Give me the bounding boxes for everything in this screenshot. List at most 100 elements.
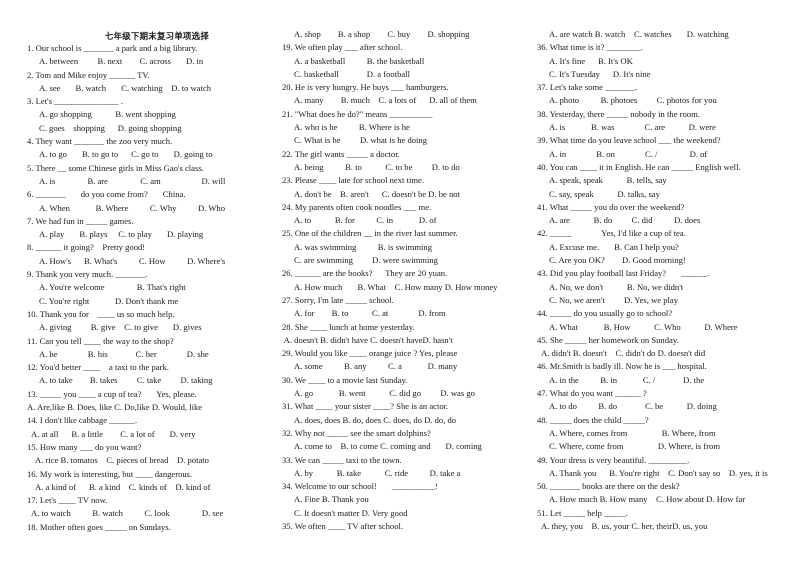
question-stem: 16. My work is interesting, but ____ dan… — [27, 468, 193, 479]
question-stem: 25. One of the children __ in the river … — [282, 228, 458, 239]
question-stem: 42. _____ Yes, I'd like a cup of tea. — [537, 228, 686, 239]
question-stem: 45. She _____ her homework on Sunday. — [537, 334, 679, 345]
answer-options: A. speak, speak B. tells, say — [549, 175, 667, 186]
answer-options: A. It's fine B. It's OK — [549, 55, 633, 66]
question-stem: 38. Yesterday, there _____ nobody in the… — [537, 108, 700, 119]
question-column-3: A. are watch B. watch C. watches D. watc… — [537, 28, 792, 533]
answer-options: A. giving B. give C. to give D. gives — [39, 322, 202, 333]
question-stem: 11. Can you tell ____ the way to the sho… — [27, 335, 174, 346]
answer-options: A. What B. How C. Who D. Where — [549, 321, 738, 332]
answer-options: A. You're welcome B. That's right — [39, 282, 186, 293]
answer-options: C. You're right D. Don't thank me — [39, 295, 179, 306]
answer-options: C. It doesn't matter D. Very good — [294, 507, 408, 518]
question-stem: 20. He is very hungry. He buys ___ hambu… — [282, 82, 449, 93]
answer-options: A. are B. do C. did D. does — [549, 215, 701, 226]
answer-options: A. in B. on C. / D. of — [549, 148, 708, 159]
question-stem: 46. Mr.Smith is badly ill. Now he is ___… — [537, 361, 707, 372]
question-stem: 28. She ____ lunch at home yesterday. — [282, 321, 415, 332]
answer-options: A. How much B. What C. How many D. How m… — [294, 281, 498, 292]
answer-options: A. to go B. to go to C. go to D. going t… — [39, 149, 213, 160]
question-stem: 32. Why not _____ see the smart dolphins… — [282, 427, 431, 438]
answer-options: A. come to B. to come C. coming and D. c… — [294, 441, 482, 452]
question-stem: 36. What time is it? ________. — [537, 42, 644, 53]
answer-options: A. Thank you B. You're right C. Don't sa… — [549, 467, 768, 478]
answer-options: A. When B. Where C. Why D. Who — [39, 202, 226, 213]
answer-options: A. is B. was C. are D. were — [549, 122, 716, 133]
answer-options: A. between B. next C. across D. in — [39, 56, 204, 67]
answer-options: A. How much B. How many C. How about D. … — [549, 494, 746, 505]
question-stem: 34. Welcome to our school! __________! — [282, 481, 438, 492]
question-stem: 44. _____ do you usually go to school? — [537, 308, 673, 319]
answer-options: C. basketball D. a football — [294, 68, 410, 79]
answer-options: A. is B. are C. am D. will — [39, 175, 226, 186]
question-stem: 15. How many ___ do you want? — [27, 441, 142, 452]
question-stem: 9. Thank you very much. _______. — [27, 269, 148, 280]
answer-options: A. a kind of B. a kind C. kinds of D. ki… — [35, 481, 211, 492]
answer-options: A. to do B. do C. be D. doing — [549, 401, 717, 412]
question-column-1: 1. Our school is _______ a park and a bi… — [27, 42, 272, 534]
answer-options: A. didn't B. doesn't C. didn't do D. doe… — [541, 348, 706, 359]
answer-options: A. to watch B. watch C. look D. see — [31, 508, 224, 519]
answer-options: A. are watch B. watch C. watches D. watc… — [549, 29, 729, 39]
question-stem: 13. _____ you ____ a cup of tea? Yes, pl… — [27, 388, 197, 399]
page-title: 七年级下期末复习单项选择 — [104, 31, 210, 41]
answer-options: A. in the B. in C. / D. the — [549, 374, 705, 385]
question-stem: 40. You can ____ it in English. He can _… — [537, 161, 741, 172]
question-stem: 39. What time do you leave school ___ th… — [537, 135, 721, 146]
question-stem: 30. We ____ to a movie last Sunday. — [282, 374, 408, 385]
answer-options: A. go shopping B. went shopping — [39, 109, 176, 120]
question-stem: 51. Let _____ help _____. — [537, 507, 628, 518]
question-stem: 26. ______ are the books? They are 20 yu… — [282, 268, 448, 279]
answer-options: A. was swimming B. is swimming — [294, 241, 432, 252]
question-stem: 7. We had fun in _____ games. — [27, 215, 134, 226]
answer-options: C. Where, come from D. Where, is from — [549, 441, 721, 452]
answer-options: A. at all B. a little C. a lot of D. ver… — [31, 428, 196, 439]
answer-options: A. does, does B. do, does C. does, do D.… — [294, 414, 457, 425]
answer-options: A. to B. for C. in D. of — [294, 215, 437, 226]
question-stem: 1. Our school is _______ a park and a bi… — [27, 43, 198, 53]
question-stem: 4. They want _______ the zoo very much. — [27, 136, 173, 147]
answer-options: A. for B. to C. at D. from — [294, 308, 446, 319]
question-stem: 48. _____ does the child _____? — [537, 414, 649, 425]
question-stem: 5. There __ some Chinese girls in Miss G… — [27, 162, 204, 173]
question-stem: 14. I don't like cabbage ______. — [27, 415, 138, 426]
answer-options: A. rice B. tomatos C. pieces of bread D.… — [35, 455, 209, 466]
question-stem: 17. Let's ____ TV now. — [27, 495, 108, 506]
answer-options: A. a basketball B. the basketball — [294, 55, 425, 66]
question-stem: 18. Mother often goes _____ on Sundays. — [27, 521, 171, 532]
answer-options: A. don't be B. aren't C. doesn't be D. b… — [294, 188, 460, 199]
answer-options: C. No, we aren't D. Yes, we play — [549, 294, 679, 305]
answer-options: A. by B. take C. ride D. take a — [294, 467, 461, 478]
question-stem: 21. "What does he do?" means __________ — [282, 108, 433, 119]
answer-options: A. doesn't B. didn't have C. doesn't hav… — [282, 334, 453, 345]
answer-options: A. many B. much C. a lots of D. all of t… — [294, 95, 477, 106]
question-stem: 12. You'd better ____ a taxi to the park… — [27, 362, 169, 373]
question-stem: 6. _______ do you come from? China. — [27, 189, 186, 200]
answer-options: A. shop B. a shop C. buy D. shopping — [294, 29, 470, 39]
question-stem: 50. _______ books are there on the desk? — [537, 481, 680, 492]
question-stem: 41. What _____ you do over the weekend? — [537, 201, 685, 212]
answer-options: A. How's B. What's C. How D. Where's — [39, 255, 226, 266]
answer-options: A. go B. went C. did go D. was go — [294, 388, 475, 399]
question-stem: 33. We can _____ taxi to the town. — [282, 454, 402, 465]
question-stem: 49. Your dress is very beautiful. ______… — [537, 454, 690, 465]
answer-options: C. It's Tuesday D. It's nine — [549, 68, 651, 79]
answer-options: C. goes shopping D. going shopping — [39, 122, 182, 133]
answer-options: A. Excuse me. B. Can I help you? — [549, 241, 679, 252]
answer-options: A. Are,like B. Does, like C. Do,like D. … — [27, 402, 203, 413]
answer-options: A. see B. watch C. watching D. to watch — [39, 82, 212, 93]
question-stem: 23. Please ____ late for school next tim… — [282, 175, 425, 186]
answer-options: C. are swimming D. were swimming — [294, 255, 438, 266]
question-stem: 27. Sorry, I'm late _____ school. — [282, 294, 394, 305]
question-stem: 29. Would you like ____ orange juice ? Y… — [282, 348, 458, 359]
question-stem: 22. The girl wants _____ a doctor. — [282, 148, 400, 159]
question-stem: 19. We often play ___ after school. — [282, 42, 403, 53]
question-stem: 43. Did you play football last Friday? _… — [537, 268, 710, 279]
answer-options: A. they, you B. us, your C. her, theirD.… — [541, 520, 708, 531]
answer-options: A. who is he B. Where is he — [294, 122, 410, 133]
question-stem: 8. ______ it going? Pretty good! — [27, 242, 146, 253]
question-stem: 24. My parents often cook noodles ___ me… — [282, 201, 432, 212]
answer-options: C. Are you OK? D. Good morning! — [549, 255, 686, 266]
question-stem: 37. Let's take some _______. — [537, 82, 638, 93]
answer-options: A. being B. to C. to be D. to do — [294, 161, 460, 172]
